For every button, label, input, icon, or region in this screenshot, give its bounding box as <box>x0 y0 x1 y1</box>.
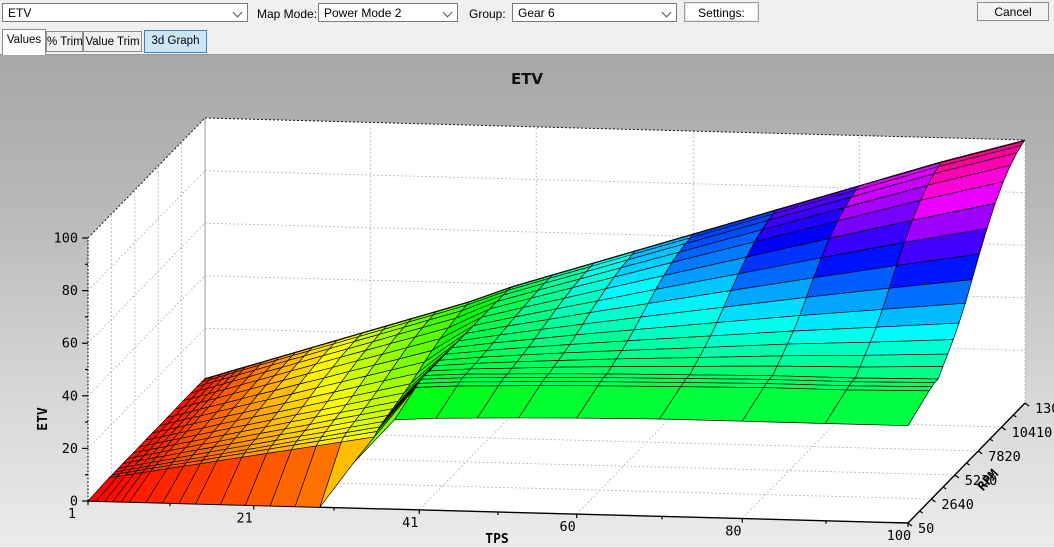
svg-text:ETV: ETV <box>511 70 543 88</box>
svg-text:2640: 2640 <box>941 497 974 513</box>
3d-surface-chart-panel: 0204060801001214160801005026405230782010… <box>0 54 1054 546</box>
svg-text:1: 1 <box>68 506 76 522</box>
svg-text:TPS: TPS <box>485 532 509 547</box>
svg-text:50: 50 <box>918 521 934 537</box>
settings-button[interactable]: Settings: <box>684 2 759 22</box>
svg-text:ETV: ETV <box>36 407 51 431</box>
group-select-value: Gear 6 <box>518 6 555 20</box>
tab-3d-graph-label: 3d Graph <box>152 35 200 47</box>
channel-select-value: ETV <box>8 6 31 20</box>
group-label: Group: <box>469 7 506 21</box>
svg-text:40: 40 <box>62 388 78 404</box>
chevron-down-icon <box>233 8 243 18</box>
tab-3d-graph[interactable]: 3d Graph <box>144 30 207 53</box>
chevron-down-icon <box>443 8 453 18</box>
tab-values-label: Values <box>7 34 41 46</box>
svg-text:21: 21 <box>237 510 253 526</box>
map-mode-select-value: Power Mode 2 <box>324 6 401 20</box>
svg-text:7820: 7820 <box>988 449 1021 465</box>
channel-select[interactable]: ETV <box>2 3 248 22</box>
svg-text:100: 100 <box>887 528 911 544</box>
cancel-button[interactable]: Cancel <box>977 2 1049 21</box>
3d-surface-chart[interactable]: 0204060801001214160801005026405230782010… <box>0 55 1054 547</box>
svg-text:20: 20 <box>62 441 78 457</box>
svg-text:10410: 10410 <box>1012 425 1053 441</box>
settings-button-label: Settings: <box>686 4 757 20</box>
tab-percent-trim-label: % Trim <box>47 36 83 48</box>
tab-values[interactable]: Values <box>2 29 46 55</box>
svg-text:13000: 13000 <box>1035 401 1054 417</box>
tab-value-trim-label: Value Trim <box>85 36 139 48</box>
cancel-button-label: Cancel <box>994 5 1031 19</box>
map-mode-label: Map Mode: <box>257 7 317 21</box>
svg-text:41: 41 <box>402 515 418 531</box>
svg-text:60: 60 <box>560 519 576 535</box>
svg-text:80: 80 <box>725 524 741 540</box>
group-select[interactable]: Gear 6 <box>512 3 677 22</box>
tab-percent-trim[interactable]: % Trim <box>46 31 83 52</box>
tab-value-trim[interactable]: Value Trim <box>83 31 142 52</box>
svg-text:100: 100 <box>54 231 78 247</box>
map-mode-select[interactable]: Power Mode 2 <box>318 3 458 22</box>
svg-text:60: 60 <box>62 336 78 352</box>
svg-text:80: 80 <box>62 283 78 299</box>
svg-text:RPM: RPM <box>975 467 1002 495</box>
chevron-down-icon <box>662 8 672 18</box>
